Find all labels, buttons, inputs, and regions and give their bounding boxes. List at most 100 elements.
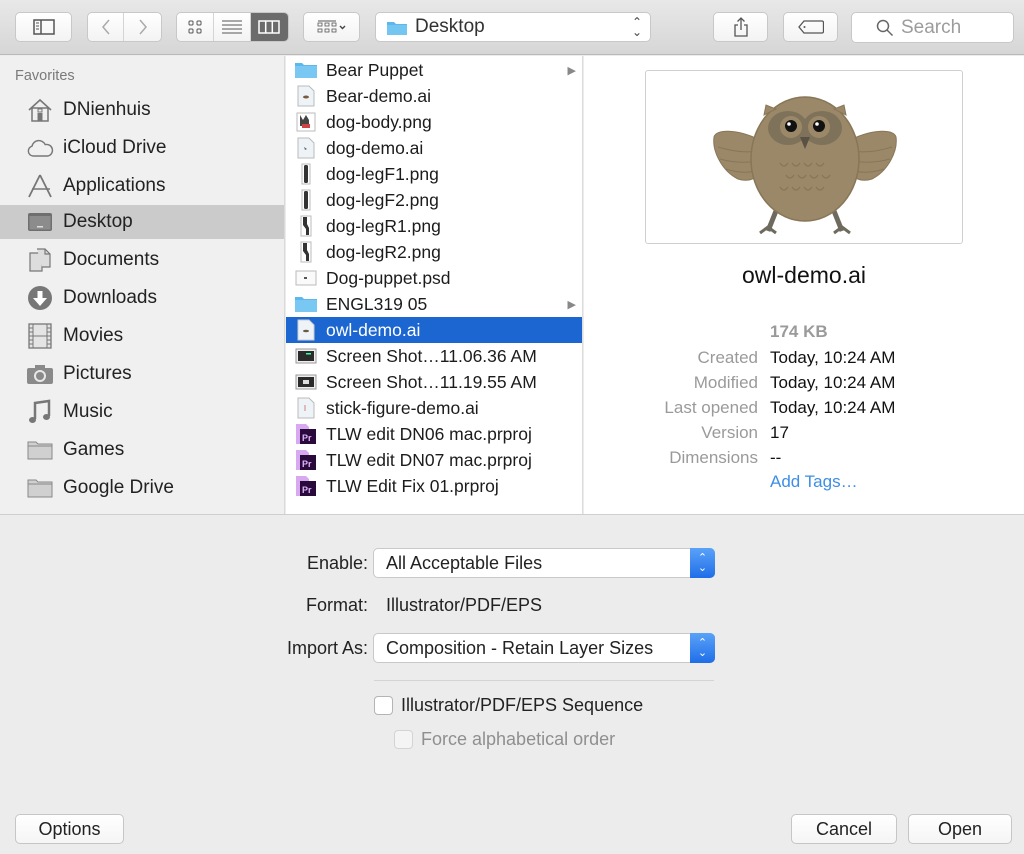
ai-file-icon [295, 85, 317, 107]
sidebar-toggle-button[interactable] [15, 12, 72, 42]
ai-file-icon [295, 319, 317, 341]
sidebar-item-applications[interactable]: Applications [0, 169, 284, 203]
file-column: Bear Puppet ▶ Bear-demo.ai dog-body.png … [286, 56, 583, 514]
sequence-label: Illustrator/PDF/EPS Sequence [401, 695, 644, 715]
sequence-checkbox-row[interactable]: Illustrator/PDF/EPS Sequence [374, 695, 643, 716]
file-name: ENGL319 05 [326, 293, 428, 314]
sidebar-item-pictures[interactable]: Pictures [0, 357, 284, 391]
add-tags-link[interactable]: Add Tags… [770, 472, 858, 492]
documents-icon [26, 247, 54, 273]
meta-row-version: Version 17 [584, 423, 1024, 448]
preview-pane: owl-demo.ai 174 KB Created Today, 10:24 … [584, 56, 1024, 514]
import-as-value: Composition - Retain Layer Sizes [386, 637, 654, 658]
file-row[interactable]: Dog-puppet.psd [286, 265, 582, 291]
file-row[interactable]: dog-demo.ai [286, 135, 582, 161]
column-view-button[interactable] [250, 13, 288, 41]
file-thumbnail [645, 70, 963, 244]
file-row[interactable]: ENGL319 05 ▶ [286, 291, 582, 317]
sidebar-item-desktop[interactable]: Desktop [0, 205, 284, 239]
sidebar-item-games[interactable]: Games [0, 433, 284, 467]
meta-key: Created [697, 348, 758, 367]
meta-row-modified: Modified Today, 10:24 AM [584, 373, 1024, 398]
share-button[interactable] [713, 12, 768, 42]
meta-row-created: Created Today, 10:24 AM [584, 348, 1024, 373]
image-file-icon [295, 163, 317, 185]
sequence-checkbox[interactable] [374, 696, 393, 715]
meta-key: Last opened [664, 398, 758, 417]
chevron-right-icon [138, 19, 147, 35]
sidebar-icon [32, 19, 55, 35]
file-name: dog-legR1.png [326, 215, 441, 236]
location-popup[interactable]: Desktop ⌃ ⌄ [375, 12, 651, 42]
navigation-buttons [87, 12, 162, 42]
file-row[interactable]: Screen Shot…11.19.55 AM [286, 369, 582, 395]
open-button[interactable]: Open [908, 814, 1012, 844]
sidebar-item-label: DNienhuis [63, 99, 151, 120]
list-view-button[interactable] [214, 13, 251, 41]
columns-icon [258, 20, 281, 34]
file-row[interactable]: dog-legF1.png [286, 161, 582, 187]
arrange-button[interactable] [303, 12, 360, 42]
sidebar-item-movies[interactable]: Movies [0, 319, 284, 353]
options-button[interactable]: Options [15, 814, 124, 844]
enable-popup[interactable]: All Acceptable Files ⌃ ⌄ [373, 548, 715, 578]
search-field[interactable]: Search [851, 12, 1014, 43]
sidebar-item-music[interactable]: Music [0, 395, 284, 429]
file-row[interactable]: Pr TLW edit DN06 mac.prproj [286, 421, 582, 447]
tag-icon [797, 20, 824, 34]
folder-icon [26, 437, 54, 463]
sidebar-item-label: Google Drive [63, 477, 174, 498]
svg-text:Pr: Pr [302, 459, 312, 469]
file-name: dog-legF2.png [326, 189, 439, 210]
image-file-icon [295, 111, 317, 133]
back-button[interactable] [88, 13, 125, 41]
file-row[interactable]: Bear Puppet ▶ [286, 57, 582, 83]
premiere-project-icon: Pr [295, 449, 317, 471]
import-as-label: Import As: [286, 638, 368, 658]
file-row[interactable]: dog-body.png [286, 109, 582, 135]
file-row[interactable]: dog-legF2.png [286, 187, 582, 213]
file-name: stick-figure-demo.ai [326, 397, 479, 418]
sidebar-item-icloud-drive[interactable]: iCloud Drive [0, 131, 284, 165]
arrange-icon [317, 20, 345, 33]
desktop-icon [26, 209, 54, 235]
enable-value: All Acceptable Files [386, 552, 543, 573]
svg-text:Pr: Pr [302, 433, 312, 443]
toolbar: Desktop ⌃ ⌄ Search [0, 0, 1024, 55]
cancel-button[interactable]: Cancel [791, 814, 897, 844]
file-row[interactable]: Pr TLW edit DN07 mac.prproj [286, 447, 582, 473]
meta-value: 17 [770, 423, 789, 442]
list-icon [222, 20, 242, 34]
meta-value: Today, 10:24 AM [770, 348, 896, 367]
tags-button[interactable] [783, 12, 838, 42]
meta-key: Modified [693, 373, 758, 392]
file-row[interactable]: dog-legR2.png [286, 239, 582, 265]
file-row[interactable]: dog-legR1.png [286, 213, 582, 239]
file-row[interactable]: stick-figure-demo.ai [286, 395, 582, 421]
folder-icon [387, 21, 407, 35]
sidebar-item-dnienhuis[interactable]: DNienhuis [0, 93, 284, 127]
sidebar-item-documents[interactable]: Documents [0, 243, 284, 277]
icon-view-button[interactable] [177, 13, 215, 41]
sidebar-item-label: Applications [63, 175, 166, 196]
up-down-chevron-icon: ⌃ ⌄ [690, 633, 715, 663]
forward-button[interactable] [124, 13, 161, 41]
file-name: Screen Shot…11.19.55 AM [326, 371, 537, 392]
sidebar-item-label: Games [63, 439, 125, 460]
file-row[interactable]: Screen Shot…11.06.36 AM [286, 343, 582, 369]
premiere-project-icon: Pr [295, 423, 317, 445]
image-file-icon [295, 215, 317, 237]
file-row-selected[interactable]: owl-demo.ai [286, 317, 582, 343]
file-row[interactable]: Pr TLW Edit Fix 01.prproj [286, 473, 582, 499]
file-name: Bear-demo.ai [326, 85, 432, 106]
alphabetical-checkbox [394, 730, 413, 749]
meta-row-last-opened: Last opened Today, 10:24 AM [584, 398, 1024, 423]
home-icon [26, 97, 54, 123]
sidebar-item-downloads[interactable]: Downloads [0, 281, 284, 315]
psd-file-icon [295, 267, 317, 289]
file-row[interactable]: Bear-demo.ai [286, 83, 582, 109]
import-as-popup[interactable]: Composition - Retain Layer Sizes ⌃ ⌄ [373, 633, 715, 663]
music-icon [26, 399, 54, 425]
camera-icon [26, 361, 54, 387]
sidebar-item-google-drive[interactable]: Google Drive [0, 471, 284, 505]
